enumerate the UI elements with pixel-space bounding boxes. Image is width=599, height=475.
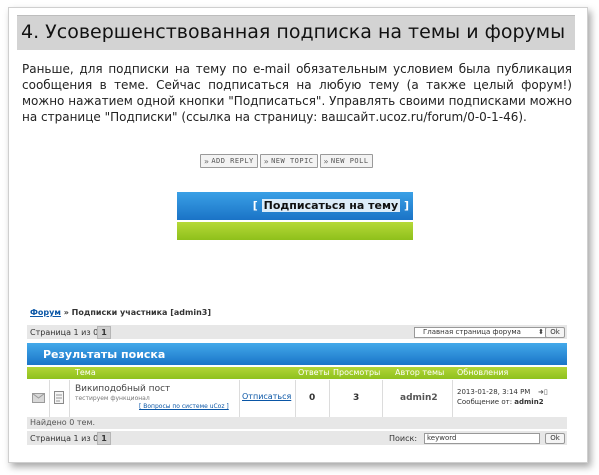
column-updates: Обновления — [457, 368, 509, 377]
select-arrows-icon: ⬍ — [538, 328, 544, 336]
page-number[interactable]: 1 — [97, 432, 111, 445]
column-replies: Ответы — [298, 368, 330, 377]
topic-forum-link[interactable]: [ Вопросы по системе uCoz ] — [139, 403, 229, 410]
page-number[interactable]: 1 — [97, 326, 111, 339]
column-divider — [452, 380, 453, 417]
new-topic-label: NEW TOPIC — [271, 157, 314, 165]
found-count-bar: Найдено 0 тем. — [27, 417, 567, 429]
topic-buttons-demo: » ADD REPLY » NEW TOPIC » NEW POLL [ Под… — [177, 150, 413, 275]
pager-bar-bottom: Страница 1 из 0 1 Поиск: keyword Ok — [27, 431, 567, 445]
table-header: Тема Ответы Просмотры Автор темы Обновле… — [27, 367, 567, 379]
breadcrumb-rest: » Подписки участника [admin3] — [60, 308, 212, 317]
column-divider — [69, 380, 70, 417]
update-author: Сообщение от: admin2 — [457, 398, 544, 406]
topic-toolbar: » ADD REPLY » NEW TOPIC » NEW POLL — [200, 154, 373, 168]
subscribe-topic-label: Подписаться на тему — [261, 199, 401, 212]
column-topic: Тема — [75, 368, 96, 377]
column-divider — [239, 380, 240, 417]
found-count: Найдено 0 тем. — [30, 418, 96, 427]
search-input[interactable]: keyword — [424, 433, 540, 444]
forum-ok-button[interactable]: Ok — [545, 327, 565, 338]
column-author: Автор темы — [395, 368, 445, 377]
new-poll-button[interactable]: » NEW POLL — [319, 154, 373, 168]
views-count: 3 — [353, 393, 360, 403]
pager-text: Страница 1 из 0 — [30, 328, 99, 337]
replies-count: 0 — [309, 393, 316, 403]
column-divider — [49, 380, 50, 417]
topic-subheader-bar — [177, 222, 413, 240]
results-header: Результаты поиска — [27, 343, 567, 365]
topic-description: тестируем функционал — [75, 395, 150, 402]
document-icon — [54, 391, 64, 404]
new-poll-label: NEW POLL — [330, 157, 369, 165]
search-ok-button[interactable]: Ok — [545, 433, 565, 444]
envelope-icon — [32, 393, 45, 403]
topic-title-link[interactable]: Википодобный пост — [75, 384, 170, 394]
double-chevron-icon: » — [323, 156, 329, 166]
update-author-name[interactable]: admin2 — [514, 398, 543, 406]
column-divider — [295, 380, 296, 417]
add-reply-button[interactable]: » ADD REPLY — [200, 154, 258, 168]
column-divider — [382, 380, 383, 417]
bracket-open: [ — [252, 199, 262, 212]
pager-text: Страница 1 из 0 — [30, 434, 99, 443]
update-date: 2013-01-28, 3:14 PM — [457, 388, 531, 396]
description-paragraph: Раньше, для подписки на тему по e-mail о… — [22, 62, 572, 124]
pager-bar-top: Страница 1 из 0 1 Главная страница форум… — [27, 325, 567, 339]
column-views: Просмотры — [333, 368, 381, 377]
unsubscribe-link[interactable]: Отписаться — [242, 392, 291, 401]
results-title: Результаты поиска — [43, 348, 166, 361]
breadcrumb: Форум » Подписки участника [admin3] — [30, 308, 211, 317]
update-author-label: Сообщение от: — [457, 398, 515, 406]
forum-select-value: Главная страница форума — [423, 328, 521, 336]
section-heading-bar: 4. Усовершенствованная подписка на темы … — [17, 15, 575, 50]
bracket-close: ] — [400, 199, 409, 212]
forum-select[interactable]: Главная страница форума ⬍ — [414, 327, 548, 338]
topic-header-bar: [ Подписаться на тему ] — [177, 192, 413, 220]
table-row: Википодобный пост тестируем функционал [… — [27, 380, 567, 418]
double-chevron-icon: » — [204, 156, 210, 166]
breadcrumb-forum-link[interactable]: Форум — [30, 308, 61, 317]
section-heading: 4. Усовершенствованная подписка на темы … — [21, 21, 566, 43]
subscriptions-page-demo: Форум » Подписки участника [admin3] Стра… — [27, 305, 567, 450]
goto-last-post-icon[interactable]: ➜▯ — [538, 388, 548, 396]
topic-author[interactable]: admin2 — [400, 393, 438, 403]
subscribe-topic-link[interactable]: [ Подписаться на тему ] — [253, 199, 409, 212]
search-label: Поиск: — [389, 434, 418, 443]
column-divider — [329, 380, 330, 417]
new-topic-button[interactable]: » NEW TOPIC — [259, 154, 318, 168]
double-chevron-icon: » — [263, 156, 270, 166]
add-reply-label: ADD REPLY — [211, 157, 254, 165]
